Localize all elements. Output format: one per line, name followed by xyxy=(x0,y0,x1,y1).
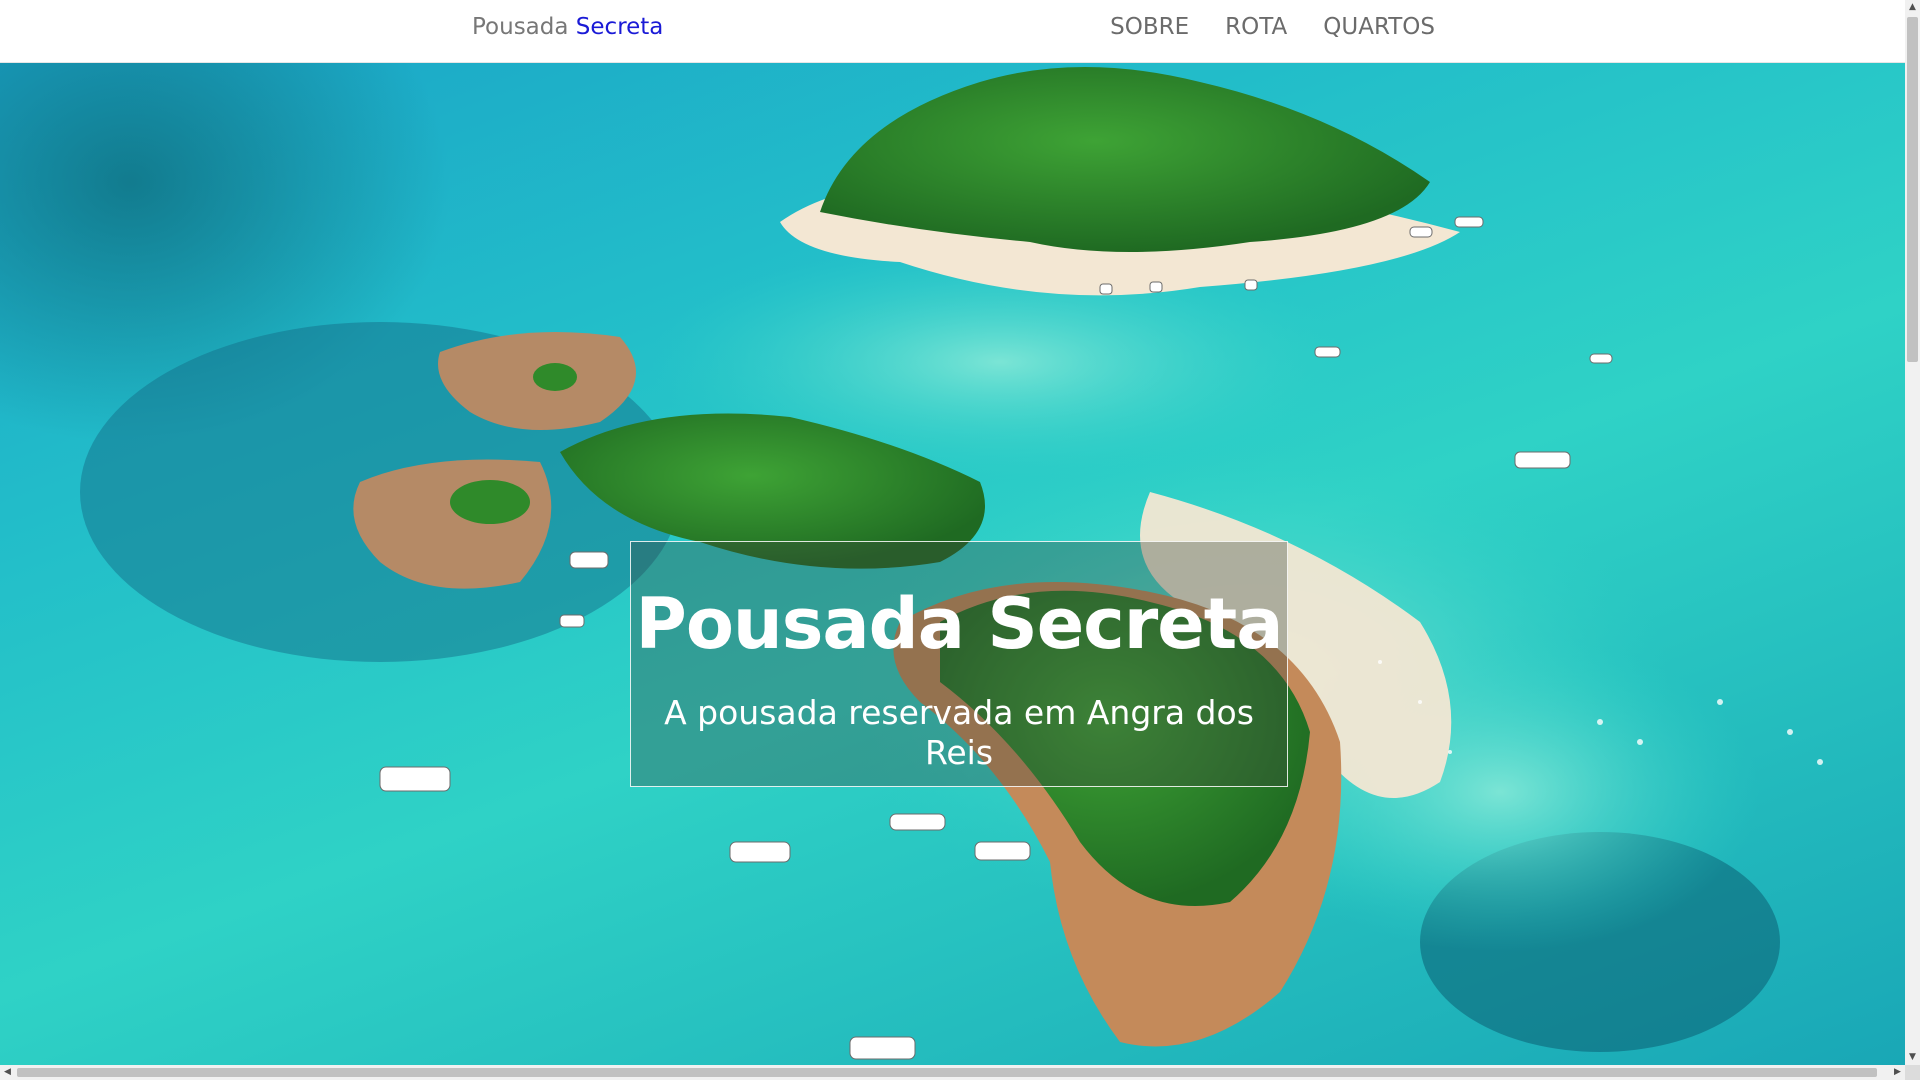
scroll-left-arrow-icon[interactable]: ◀ xyxy=(0,1065,15,1080)
hero-subtitle: A pousada reservada em Angra dos Reis xyxy=(664,693,1254,772)
horizontal-scrollbar[interactable]: ◀ ▶ xyxy=(0,1065,1905,1080)
hero-caption-box: Pousada Secreta A pousada reservada em A… xyxy=(630,541,1288,787)
site-brand[interactable]: Pousada Secreta xyxy=(472,14,663,40)
scrollbar-corner xyxy=(1905,1065,1920,1080)
top-navbar: Pousada Secreta SOBRE ROTA QUARTOS xyxy=(0,0,1905,63)
horizontal-scroll-thumb[interactable] xyxy=(17,1068,1877,1077)
brand-prefix: Pousada xyxy=(472,14,569,40)
vertical-scrollbar[interactable]: ▲ ▼ xyxy=(1905,0,1920,1065)
nav-link-sobre[interactable]: SOBRE xyxy=(1110,14,1189,40)
scroll-right-arrow-icon[interactable]: ▶ xyxy=(1890,1065,1905,1080)
browser-viewport: Pousada Secreta SOBRE ROTA QUARTOS Pousa… xyxy=(0,0,1905,1065)
hero-title: Pousada Secreta xyxy=(635,583,1284,665)
scroll-up-arrow-icon[interactable]: ▲ xyxy=(1905,0,1920,15)
scroll-down-arrow-icon[interactable]: ▼ xyxy=(1905,1050,1920,1065)
vertical-scroll-thumb[interactable] xyxy=(1907,17,1918,362)
nav-link-quartos[interactable]: QUARTOS xyxy=(1323,14,1435,40)
hero-section: Pousada Secreta A pousada reservada em A… xyxy=(0,62,1905,1065)
brand-accent: Secreta xyxy=(575,14,664,40)
nav-links: SOBRE ROTA QUARTOS xyxy=(1110,14,1435,40)
nav-link-rota[interactable]: ROTA xyxy=(1225,14,1287,40)
